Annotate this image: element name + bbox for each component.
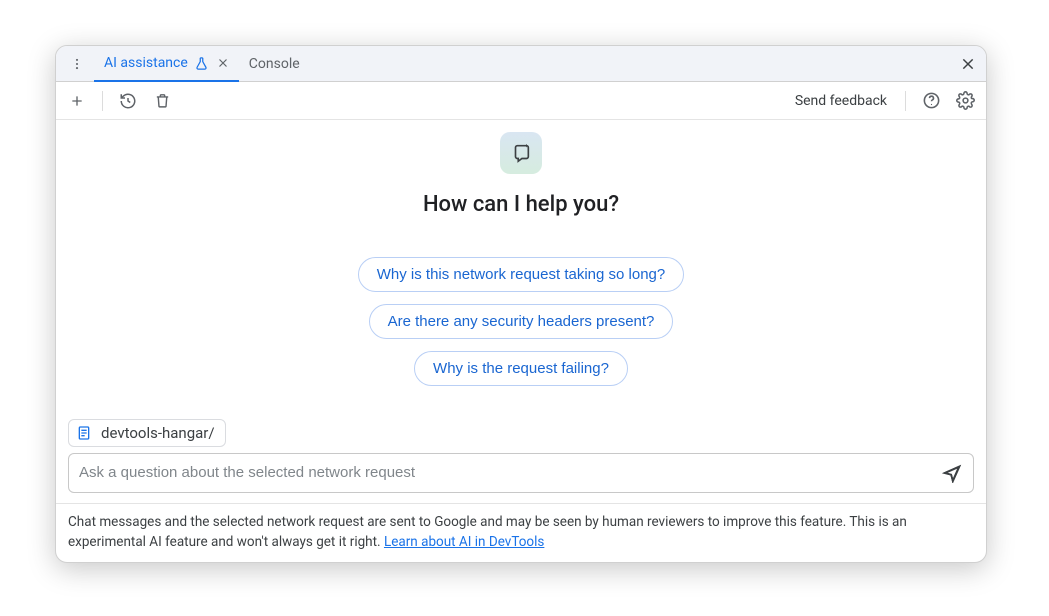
suggestion-chip[interactable]: Why is the request failing? xyxy=(414,351,628,386)
document-icon xyxy=(75,424,93,442)
learn-more-link[interactable]: Learn about AI in DevTools xyxy=(384,534,544,550)
context-chip[interactable]: devtools-hangar/ xyxy=(68,419,226,447)
history-icon[interactable] xyxy=(117,90,139,112)
send-icon[interactable] xyxy=(941,462,963,484)
suggestion-chip[interactable]: Are there any security headers present? xyxy=(369,304,674,339)
flask-icon xyxy=(194,56,209,71)
tab-console-label: Console xyxy=(249,56,300,72)
tab-ai-assistance[interactable]: AI assistance xyxy=(94,47,239,82)
send-feedback-link[interactable]: Send feedback xyxy=(795,93,887,109)
close-tab-icon[interactable] xyxy=(217,57,229,69)
tab-ai-assistance-label: AI assistance xyxy=(104,55,188,71)
chat-input-box xyxy=(68,453,974,493)
close-panel-icon[interactable] xyxy=(960,56,976,72)
tab-console[interactable]: Console xyxy=(239,46,310,81)
help-icon[interactable] xyxy=(920,90,942,112)
gear-icon[interactable] xyxy=(954,90,976,112)
suggestion-list: Why is this network request taking so lo… xyxy=(358,257,684,386)
devtools-panel: AI assistance Console xyxy=(55,45,987,563)
trash-icon[interactable] xyxy=(151,90,173,112)
hero-title: How can I help you? xyxy=(423,192,619,217)
add-icon[interactable] xyxy=(66,90,88,112)
context-chip-label: devtools-hangar/ xyxy=(101,424,215,442)
main-area: How can I help you? Why is this network … xyxy=(56,120,986,503)
toolbar: Send feedback xyxy=(56,82,986,120)
context-row: devtools-hangar/ xyxy=(56,403,986,453)
toolbar-divider xyxy=(905,91,906,111)
tab-strip: AI assistance Console xyxy=(56,46,986,82)
toolbar-divider xyxy=(102,91,103,111)
chat-input[interactable] xyxy=(79,464,941,481)
input-row xyxy=(56,453,986,503)
kebab-menu-icon[interactable] xyxy=(66,53,88,75)
disclaimer-footer: Chat messages and the selected network r… xyxy=(56,503,986,563)
suggestion-chip[interactable]: Why is this network request taking so lo… xyxy=(358,257,684,292)
ai-sparkle-icon xyxy=(500,132,542,174)
